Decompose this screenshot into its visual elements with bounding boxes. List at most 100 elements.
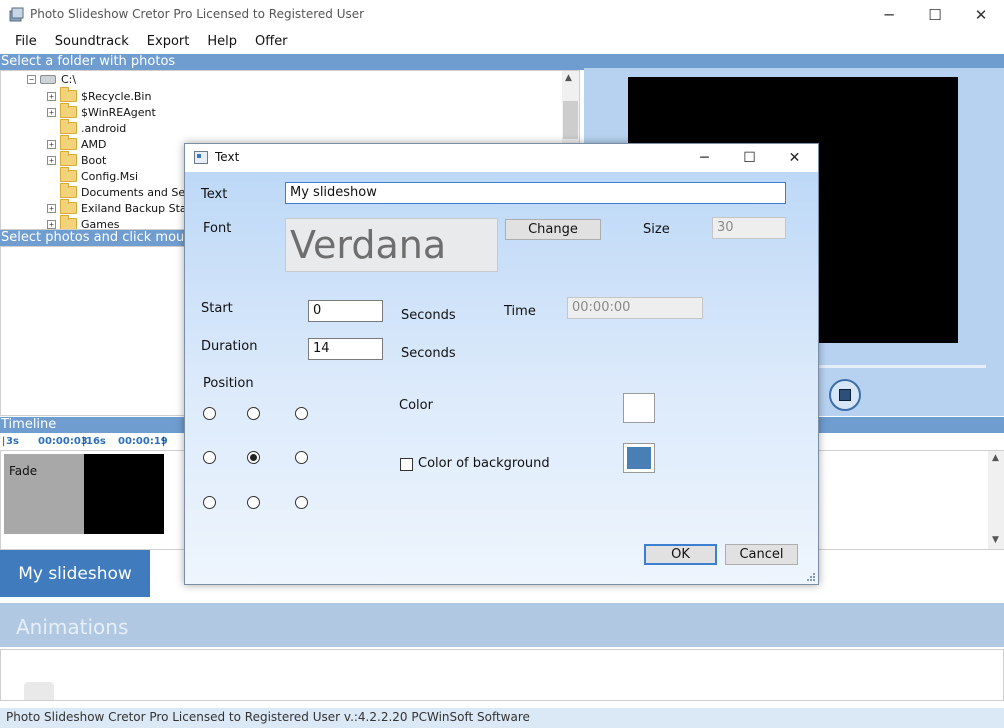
tree-item-label: Config.Msi [81,169,139,183]
time-input[interactable]: 00:00:00 [567,297,703,319]
folder-icon [60,183,77,198]
tab-animations-label: Animations [16,615,129,639]
duration-label: Duration [201,339,258,354]
tree-item[interactable]: + AMD [47,135,107,152]
status-text: Photo Slideshow Cretor Pro Licensed to R… [6,710,530,724]
tree-item-label: Games [81,217,120,230]
tree-item-label: $WinREAgent [81,105,156,119]
position-top-right-radio[interactable] [295,407,308,420]
start-seconds-label: Seconds [401,308,456,323]
position-middle-center-radio[interactable] [247,451,260,464]
duration-input[interactable]: 14 [308,338,383,360]
text-dialog: Text ─ ☐ ✕ Text My slideshow Font Verdan… [184,143,819,585]
collapse-icon[interactable]: − [27,74,36,84]
size-label: Size [643,222,670,237]
menu-file[interactable]: File [6,30,46,54]
tree-item[interactable]: + $WinREAgent [47,103,156,120]
expand-icon[interactable]: + [47,219,56,229]
background-color-label[interactable]: Color of background [418,456,550,471]
folder-icon [60,135,77,150]
expand-icon[interactable]: + [47,91,56,101]
menu-soundtrack[interactable]: Soundtrack [46,30,138,54]
ruler-label: 3s [6,436,19,447]
position-label: Position [203,376,254,391]
scroll-up-icon[interactable]: ▲ [565,73,572,83]
window-title: Photo Slideshow Cretor Pro Licensed to R… [30,7,365,21]
menu-bar: File Soundtrack Export Help Offer [0,30,1004,54]
tree-root-label: C:\ [61,72,77,86]
timeline-clip-photo[interactable] [84,454,164,534]
tree-item[interactable]: + Games [47,215,120,230]
dialog-maximize-button[interactable]: ☐ [727,144,772,172]
position-middle-left-radio[interactable] [203,451,216,464]
music-note-icon [24,682,54,700]
photos-panel-header-text: Select photos and click mouse [1,230,200,245]
background-color-swatch[interactable] [623,443,655,473]
expand-icon[interactable]: + [47,107,56,117]
stop-button[interactable] [829,379,861,411]
menu-export[interactable]: Export [138,30,199,54]
clip-label: Fade [9,464,38,478]
dialog-icon [194,151,208,164]
dialog-close-button[interactable]: ✕ [772,144,817,172]
font-preview: Verdana [285,218,498,272]
position-bottom-right-radio[interactable] [295,496,308,509]
change-font-button[interactable]: Change [505,219,601,240]
preview-progress[interactable] [818,365,986,368]
tab-my-slideshow[interactable]: My slideshow [0,550,150,597]
menu-help[interactable]: Help [198,30,246,54]
soundtrack-area[interactable] [0,649,1004,701]
drive-icon [40,74,56,84]
ruler-label: 16s [86,436,106,447]
ruler-label: 00:00:19 [118,436,168,447]
tree-item[interactable]: + $Recycle.Bin [47,87,151,104]
background-color-fill [627,447,651,469]
dialog-minimize-button[interactable]: ─ [682,144,727,172]
folder-panel-header-text: Select a folder with photos [1,54,176,69]
background-color-checkbox[interactable] [400,458,413,471]
text-label: Text [201,187,228,202]
font-label: Font [203,221,232,236]
position-top-center-radio[interactable] [247,407,260,420]
status-bar: Photo Slideshow Cretor Pro Licensed to R… [0,708,1004,728]
tree-root[interactable]: − C:\ [27,71,76,87]
folder-icon [60,199,77,214]
position-bottom-center-radio[interactable] [247,496,260,509]
app-icon [9,7,24,22]
tree-item[interactable]: Config.Msi [60,167,139,184]
expand-icon[interactable]: + [47,203,56,213]
position-middle-right-radio[interactable] [295,451,308,464]
scroll-down-icon[interactable]: ▼ [992,535,999,545]
minimize-button[interactable]: ─ [866,0,912,30]
maximize-button[interactable]: ☐ [912,0,958,30]
cancel-button[interactable]: Cancel [725,544,798,565]
tree-item[interactable]: .android [60,119,126,136]
menu-offer[interactable]: Offer [246,30,297,54]
folder-icon [60,87,77,102]
scroll-up-icon[interactable]: ▲ [992,453,999,463]
text-input[interactable]: My slideshow [285,182,786,204]
dialog-title-bar: Text ─ ☐ ✕ [185,144,818,172]
expand-icon[interactable]: + [47,155,56,165]
tree-scroll-thumb[interactable] [563,101,578,139]
tree-item-label: Boot [81,153,107,167]
stop-icon [839,389,851,401]
size-input[interactable]: 30 [712,217,786,239]
timeline-clip-transition[interactable]: Fade [4,454,84,534]
start-label: Start [201,301,233,316]
expand-icon[interactable]: + [47,139,56,149]
tree-item-label: AMD [81,137,107,151]
resize-grip-icon[interactable] [806,572,816,582]
ok-button[interactable]: OK [644,544,717,565]
timeline-header-text: Timeline [1,417,57,432]
position-top-left-radio[interactable] [203,407,216,420]
timeline-scrollbar[interactable]: ▲ ▼ [988,451,1004,549]
tree-item[interactable]: + Boot [47,151,107,168]
text-color-swatch[interactable] [623,393,655,423]
dialog-title: Text [215,150,240,164]
close-button[interactable]: ✕ [958,0,1004,30]
tab-animations[interactable]: Animations [0,603,1004,647]
start-input[interactable]: 0 [308,300,383,322]
position-bottom-left-radio[interactable] [203,496,216,509]
duration-seconds-label: Seconds [401,346,456,361]
